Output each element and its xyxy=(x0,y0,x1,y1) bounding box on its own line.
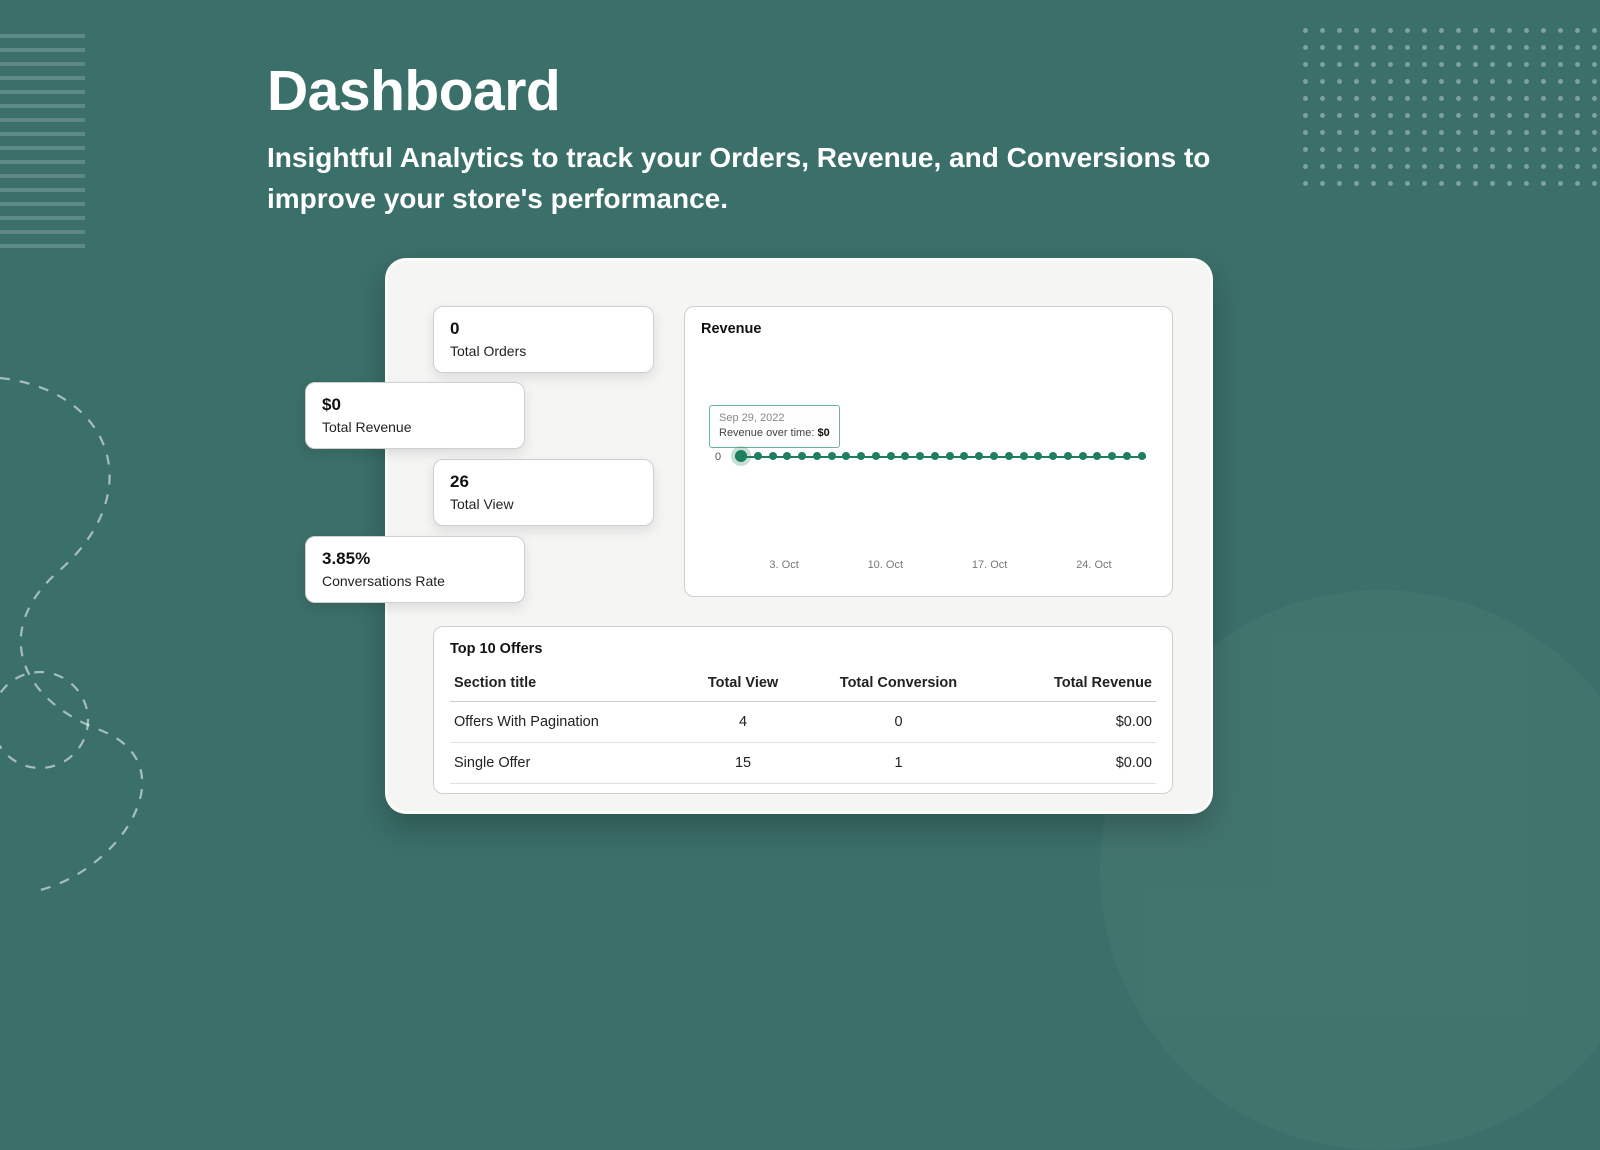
table-title: Top 10 Offers xyxy=(450,641,1156,657)
cell-views: 4 xyxy=(683,702,803,743)
stat-label: Total View xyxy=(450,496,637,512)
revenue-chart[interactable]: Sep 29, 2022 Revenue over time: $0 0 3. … xyxy=(701,343,1156,573)
chart-title: Revenue xyxy=(701,321,1156,337)
cell-section: Offers With Pagination xyxy=(450,702,683,743)
stat-value: 3.85% xyxy=(322,549,508,569)
decoration-lines xyxy=(0,34,85,248)
tooltip-value: $0 xyxy=(817,427,829,439)
table-header-row: Section title Total View Total Conversio… xyxy=(450,667,1156,702)
stat-card-total-orders[interactable]: 0 Total Orders xyxy=(433,306,654,373)
page-subtitle: Insightful Analytics to track your Order… xyxy=(267,138,1307,219)
chart-x-axis-ticks: 3. Oct 10. Oct 17. Oct 24. Oct xyxy=(735,559,1146,571)
chart-y-axis-zero: 0 xyxy=(715,451,721,463)
stat-card-conversations-rate[interactable]: 3.85% Conversations Rate xyxy=(305,536,525,603)
table-row[interactable]: Offers With Pagination 4 0 $0.00 xyxy=(450,702,1156,743)
cell-views: 15 xyxy=(683,743,803,784)
stat-label: Conversations Rate xyxy=(322,573,508,589)
chart-data-points xyxy=(735,452,1146,462)
decoration-dashed-path xyxy=(0,370,220,910)
x-tick: 3. Oct xyxy=(769,559,798,571)
cell-conversion: 1 xyxy=(803,743,994,784)
cell-revenue: $0.00 xyxy=(994,702,1156,743)
cell-conversion: 0 xyxy=(803,702,994,743)
chart-tooltip: Sep 29, 2022 Revenue over time: $0 xyxy=(709,405,840,448)
stat-value: $0 xyxy=(322,395,508,415)
col-total-conversion[interactable]: Total Conversion xyxy=(803,667,994,702)
page-title: Dashboard xyxy=(267,58,1307,124)
stat-label: Total Revenue xyxy=(322,419,508,435)
stat-card-total-view[interactable]: 26 Total View xyxy=(433,459,654,526)
stat-value: 26 xyxy=(450,472,637,492)
top-offers-table: Section title Total View Total Conversio… xyxy=(450,667,1156,784)
stat-label: Total Orders xyxy=(450,343,637,359)
revenue-chart-card: Revenue Sep 29, 2022 Revenue over time: … xyxy=(684,306,1173,597)
top-offers-card: Top 10 Offers Section title Total View T… xyxy=(433,626,1173,794)
x-tick: 24. Oct xyxy=(1076,559,1111,571)
x-tick: 10. Oct xyxy=(868,559,903,571)
cell-revenue: $0.00 xyxy=(994,743,1156,784)
cell-section: Single Offer xyxy=(450,743,683,784)
tooltip-date: Sep 29, 2022 xyxy=(719,411,830,426)
col-total-revenue[interactable]: Total Revenue xyxy=(994,667,1156,702)
stat-value: 0 xyxy=(450,319,637,339)
x-tick: 17. Oct xyxy=(972,559,1007,571)
col-section-title[interactable]: Section title xyxy=(450,667,683,702)
table-row[interactable]: Single Offer 15 1 $0.00 xyxy=(450,743,1156,784)
col-total-view[interactable]: Total View xyxy=(683,667,803,702)
decoration-dot-grid xyxy=(1303,28,1600,189)
tooltip-series-label: Revenue over time: xyxy=(719,427,814,439)
stat-card-total-revenue[interactable]: $0 Total Revenue xyxy=(305,382,525,449)
